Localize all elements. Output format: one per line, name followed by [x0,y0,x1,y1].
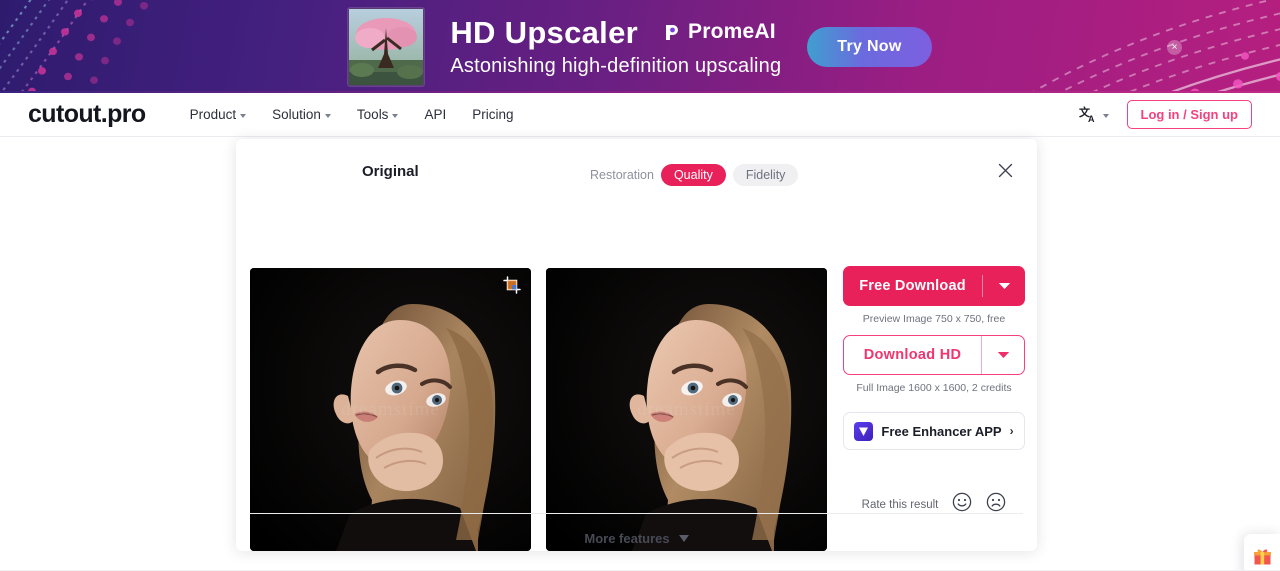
promeai-logo-icon [666,24,678,40]
chevron-right-icon: › [1009,424,1014,438]
free-download-caption: Preview Image 750 x 750, free [862,313,1006,325]
try-now-button[interactable]: Try Now [807,26,932,67]
editor-card: Original Restoration Quality Fidelity Fr… [236,139,1037,551]
promo-brand-label: PromeAI [688,20,776,44]
nav-item-pricing[interactable]: Pricing [472,107,513,122]
nav-item-product-label: Product [189,107,237,122]
more-features-button[interactable]: More features [236,531,1037,546]
restoration-segment: Restoration Quality Fidelity [590,164,799,187]
nav-item-tools[interactable]: Tools [357,107,399,122]
chevron-down-icon [1102,113,1109,118]
more-features-label: More features [584,531,670,546]
nav-item-solution-label: Solution [272,107,321,122]
download-rail: Free Download Preview Image 750 x 750, f… [843,266,1025,517]
page-content: Original Restoration Quality Fidelity Fr… [0,137,1280,571]
tab-quality[interactable]: Quality [660,164,726,187]
download-hd-chevron-down-icon[interactable] [982,351,1024,359]
original-label: Original [362,163,419,180]
original-photo [250,268,531,551]
crop-icon[interactable] [503,276,521,294]
floating-side-toolbar [1244,534,1280,571]
result-photo [546,268,827,551]
promo-brand: PromeAI [660,20,776,44]
chevron-down-icon [392,113,399,118]
original-image-panel[interactable]: dreamstime [250,268,531,551]
promo-text-block: HD Upscaler PromeAI Astonishing high-def… [450,15,781,79]
restoration-label: Restoration [590,168,654,183]
nav-item-api[interactable]: API [424,107,446,122]
nav-item-product[interactable]: Product [190,107,247,122]
nav-item-solution[interactable]: Solution [272,107,331,122]
promo-subtitle: Astonishing high-definition upscaling [450,55,782,78]
enhancer-app-icon [854,421,874,441]
free-download-button[interactable]: Free Download [843,266,1025,306]
free-enhancer-app-label: Free Enhancer APP [881,423,1002,439]
nav-item-api-label: API [424,107,447,122]
gift-icon[interactable] [1252,546,1272,566]
navbar-right: 文 A Log in / Sign up [1079,100,1252,129]
language-switcher[interactable]: 文 A [1079,106,1109,124]
result-image-panel[interactable]: dreamstime [546,268,827,551]
nav-item-pricing-label: Pricing [472,107,514,122]
download-hd-button[interactable]: Download HD [843,335,1025,375]
free-enhancer-app-button[interactable]: Free Enhancer APP › [843,412,1025,450]
download-hd-label: Download HD [863,347,962,363]
svg-text:A: A [1088,114,1095,124]
translate-icon: 文 A [1079,106,1095,124]
main-navbar: cutout.pro Product Solution Tools API Pr… [0,93,1280,137]
rate-result-label: Rate this result [861,498,939,511]
download-hd-caption: Full Image 1600 x 1600, 2 credits [856,382,1012,394]
nav-links: Product Solution Tools API Pricing [190,107,514,122]
promo-title: HD Upscaler [450,14,638,50]
promo-close-icon[interactable]: × [1167,40,1182,55]
login-signup-button[interactable]: Log in / Sign up [1126,100,1252,129]
site-logo[interactable]: cutout.pro [28,100,146,129]
promo-thumbnail [348,7,425,86]
nav-item-tools-label: Tools [356,107,389,122]
chevron-down-icon [240,113,247,118]
chevron-down-icon [324,113,331,118]
card-header: Original Restoration Quality Fidelity [236,139,1037,204]
free-download-chevron-down-icon[interactable] [983,282,1025,290]
close-icon[interactable] [995,160,1015,180]
card-divider [250,513,1023,514]
tab-fidelity[interactable]: Fidelity [732,164,799,187]
free-download-label: Free Download [859,278,966,294]
chevron-down-icon [678,535,689,542]
promo-banner[interactable]: HD Upscaler PromeAI Astonishing high-def… [0,0,1280,93]
